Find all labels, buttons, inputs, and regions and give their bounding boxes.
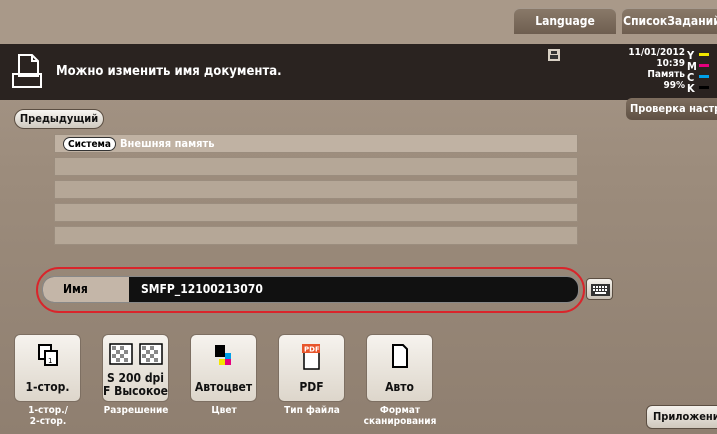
color-value: Автоцвет [194, 380, 253, 394]
toner-bar [699, 86, 709, 89]
resolution-tile[interactable]: S 200 dpi F Высокое [102, 334, 169, 402]
list-item-label: Внешняя память [119, 137, 215, 150]
application-button[interactable]: Приложение [646, 405, 717, 429]
duplex-label: 1-стор./ 2-стор. [28, 405, 68, 427]
toner-bar [699, 64, 709, 67]
resolution-label: Разрешение [103, 405, 169, 416]
keyboard-icon [591, 284, 610, 296]
toner-bar [699, 53, 709, 56]
color-icon [214, 345, 231, 365]
file-type-tile[interactable]: PDF PDF [278, 334, 345, 402]
resolution-value: S 200 dpi F Высокое [103, 371, 169, 398]
list-item [54, 157, 578, 176]
pdf-file-icon: PDF [301, 344, 320, 370]
screen: Language СписокЗаданий Можно изменить им… [0, 0, 717, 434]
duplex-icon: 1 [37, 344, 58, 366]
printer-icon [548, 49, 560, 61]
language-button[interactable]: Language [514, 8, 616, 34]
name-label: Имя [43, 277, 129, 302]
scan-size-value: Авто [385, 380, 414, 394]
list-item [54, 203, 578, 222]
scan-size-tile[interactable]: Авто [366, 334, 433, 402]
list-item [54, 180, 578, 199]
document-name-field[interactable]: Имя SMFP_12100213070 [42, 276, 579, 303]
document-icon [12, 54, 42, 88]
scan-size-label: Формат сканирования [363, 405, 437, 427]
list-item [54, 226, 578, 245]
name-value: SMFP_12100213070 [141, 282, 263, 296]
message-text: Можно изменить имя документа. [56, 64, 282, 79]
svg-text:PDF: PDF [304, 346, 320, 354]
keyboard-button[interactable] [586, 278, 613, 300]
check-settings-button[interactable]: Проверка настро [626, 98, 717, 120]
svg-text:1: 1 [48, 357, 52, 365]
memory-value: 99% [663, 80, 685, 91]
message-bar: Можно изменить имя документа. 11/01/2012… [0, 44, 717, 100]
previous-button[interactable]: Предыдущий [14, 109, 104, 129]
file-type-label: Тип файла [284, 405, 340, 416]
list-item[interactable]: Система Внешняя память [54, 134, 578, 153]
date-text: 11/01/2012 [628, 47, 685, 58]
file-type-value: PDF [299, 380, 324, 394]
job-list-button[interactable]: СписокЗаданий [622, 8, 717, 34]
color-tile[interactable]: Автоцвет [190, 334, 257, 402]
toner-bar [699, 75, 709, 78]
page-size-icon [391, 344, 408, 368]
memory-label: Память [647, 69, 685, 80]
duplex-value: 1-стор. [25, 380, 70, 394]
folder-list: Система Внешняя память [54, 134, 578, 249]
time-text: 10:39 [656, 58, 685, 69]
duplex-tile[interactable]: 1 1-стор. [14, 334, 81, 402]
color-label: Цвет [211, 405, 237, 416]
resolution-icon [108, 343, 163, 365]
status-panel: 11/01/2012 10:39 Память 99% Y M C K [618, 47, 717, 99]
system-tag: Система [63, 136, 116, 151]
